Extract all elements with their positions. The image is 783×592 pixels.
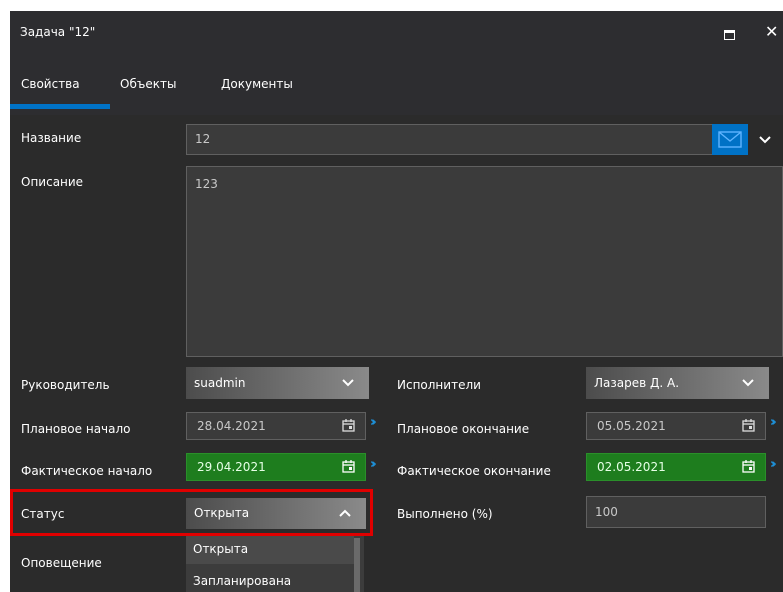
status-option[interactable]: Запланирована [186, 564, 354, 592]
active-tab-indicator [10, 104, 110, 109]
tab-documents[interactable]: Документы [221, 77, 293, 91]
planned-start-input[interactable]: 28.04.2021 [186, 412, 366, 440]
actual-start-label: Фактическое начало [21, 464, 153, 478]
status-option[interactable]: Открыта [186, 536, 354, 564]
double-chevron-right-icon[interactable]: ›› [770, 415, 776, 430]
window-title: Задача "12" [20, 25, 96, 39]
options-scrollbar[interactable] [354, 538, 360, 592]
name-label: Название [21, 131, 82, 145]
planned-start-label: Плановое начало [21, 422, 131, 436]
name-menu-button[interactable] [752, 124, 783, 155]
actual-end-input[interactable]: 02.05.2021 [586, 453, 766, 481]
title-bar [10, 11, 783, 55]
calendar-icon[interactable] [742, 419, 755, 432]
tab-objects[interactable]: Объекты [120, 77, 176, 91]
status-label: Статус [21, 507, 65, 521]
planned-end-value: 05.05.2021 [597, 419, 666, 433]
chevron-up-icon [339, 509, 351, 517]
manager-label: Руководитель [21, 378, 110, 392]
calendar-icon[interactable] [742, 460, 755, 473]
actual-end-label: Фактическое окончание [397, 464, 551, 478]
manager-dropdown[interactable]: suadmin [186, 367, 369, 399]
double-chevron-right-icon[interactable]: ›› [770, 457, 776, 472]
name-input[interactable]: 12 [186, 124, 718, 155]
actual-start-value: 29.04.2021 [197, 460, 266, 474]
notification-label: Оповещение [21, 556, 102, 570]
status-dropdown[interactable]: Открыта [186, 498, 366, 529]
planned-start-value: 28.04.2021 [197, 419, 266, 433]
manager-value: suadmin [194, 376, 246, 390]
executors-value: Лазарев Д. А. [594, 376, 680, 390]
description-textarea[interactable]: 123 [186, 166, 783, 357]
calendar-icon[interactable] [342, 460, 355, 473]
percent-label: Выполнено (%) [397, 507, 493, 521]
task-window: Задача "12" ✕ Свойства Объекты Документы… [10, 11, 783, 592]
email-button[interactable] [712, 124, 748, 155]
executors-dropdown[interactable]: Лазарев Д. А. [586, 367, 769, 399]
actual-end-value: 02.05.2021 [597, 460, 666, 474]
planned-end-input[interactable]: 05.05.2021 [586, 412, 766, 440]
executors-label: Исполнители [397, 378, 481, 392]
planned-end-label: Плановое окончание [397, 422, 530, 436]
description-label: Описание [21, 175, 84, 189]
calendar-icon[interactable] [342, 419, 355, 432]
double-chevron-right-icon[interactable]: ›› [370, 415, 376, 430]
close-button[interactable]: ✕ [765, 22, 778, 42]
status-options-list: Открыта Запланирована [186, 536, 364, 592]
chevron-down-icon [759, 136, 771, 144]
chevron-down-icon [342, 379, 354, 387]
maximize-button[interactable] [724, 30, 735, 40]
percent-input[interactable]: 100 [586, 496, 766, 528]
envelope-icon [718, 131, 742, 148]
status-value: Открыта [194, 506, 250, 520]
tab-properties[interactable]: Свойства [21, 77, 80, 91]
chevron-down-icon [742, 379, 754, 387]
actual-start-input[interactable]: 29.04.2021 [186, 453, 366, 481]
double-chevron-right-icon[interactable]: ›› [370, 457, 376, 472]
